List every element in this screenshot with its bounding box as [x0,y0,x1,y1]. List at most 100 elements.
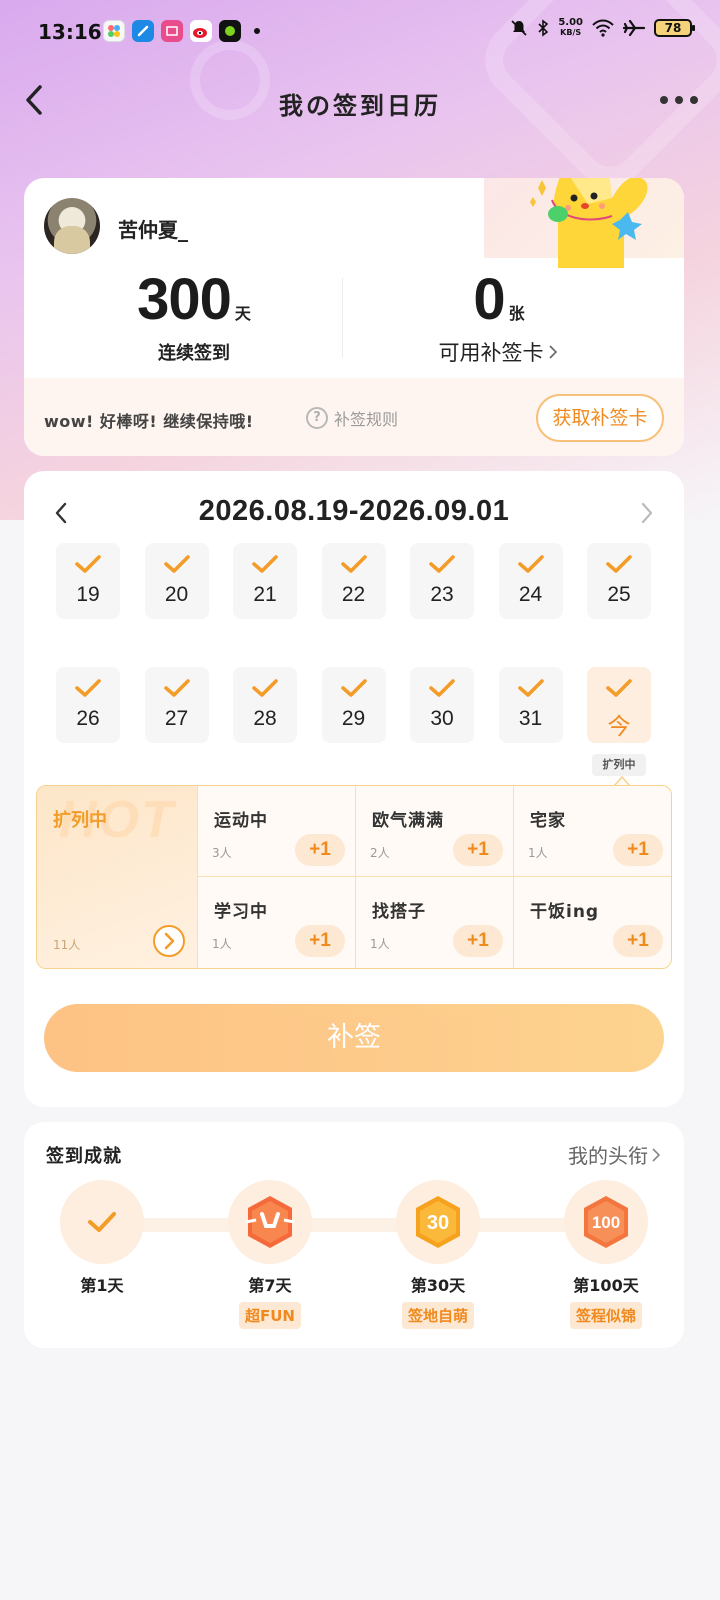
status-option[interactable]: 宅家 1人 +1 [513,786,671,877]
calendar-day[interactable]: 20 [144,543,209,619]
browser-app-icon [132,20,154,42]
milestone-day-7[interactable]: 第7天 超FUN [210,1180,330,1329]
status-option[interactable]: 找搭子 1人 +1 [355,877,513,968]
calendar-day[interactable]: 29 [321,667,386,743]
calendar-day[interactable]: 23 [410,543,474,619]
streak-label: 连续签到 [158,343,230,364]
profile-footer: wow! 好棒呀! 继续保持哦! ? 补签规则 获取补签卡 [24,378,684,456]
mascot-icon [530,178,648,268]
network-speed: 5.00 KB/S [558,18,583,38]
mute-icon [511,20,527,36]
calendar-day[interactable]: 31 [498,667,563,743]
calendar-day[interactable]: 22 [321,543,386,619]
join-status-button[interactable]: +1 [453,834,503,866]
avatar[interactable] [44,198,100,254]
makeup-cards-link[interactable]: 可用补签卡 [384,337,614,367]
milestone-day-30[interactable]: 30 第30天 签地自萌 [378,1180,498,1329]
username: 苦仲夏_ [118,218,188,242]
page-title: 我の签到日历 [279,92,441,120]
calendar-day-number: 26 [76,707,100,730]
weibo-app-icon [190,20,212,42]
calendar-day-number: 24 [518,583,543,606]
status-option[interactable]: 学习中 1人 +1 [197,877,355,968]
milestone-label: 第30天 [410,1276,466,1295]
news-app-icon [161,20,183,42]
check-icon [88,1212,116,1232]
check-icon [429,555,455,573]
check-icon [340,679,367,697]
calendar-day[interactable]: 30 [410,667,474,743]
status-option-name: 宅家 [530,811,566,831]
makeup-checkin-button[interactable]: 补签 [44,1004,664,1072]
hundred-days-badge-icon: 100 [584,1196,628,1248]
status-bar: 13:16 5.00 KB/S 78 [0,0,720,64]
check-icon [517,555,544,573]
thirty-days-badge-icon: 30 [416,1196,460,1248]
makeup-cards-value: 0 [473,267,505,332]
makeup-rules-link[interactable]: ? 补签规则 [306,406,398,430]
calendar-day-number: 28 [253,707,277,730]
green-app-icon [219,20,241,42]
status-grid: 运动中 3人 +1 欧气满满 2人 +1 宅家 1人 +1 学习中 1人 +1 找搭子 1人 +1 干饭ing… [197,786,671,968]
join-status-button[interactable]: +1 [613,834,663,866]
my-titles-label: 我的头衔 [568,1144,648,1168]
my-titles-link[interactable]: 我的头衔 [568,1140,662,1169]
chevron-right-icon [641,502,653,524]
network-speed-value: 5.00 [558,17,583,28]
milestone-day-100[interactable]: 100 第100天 签程似锦 [546,1180,666,1329]
status-option[interactable]: 干饭ing +1 [513,877,671,968]
makeup-cards-stat[interactable]: 0张 可用补签卡 [384,266,614,367]
calendar-day[interactable]: 19 [56,543,120,619]
page-header: 我の签到日历 [0,72,720,128]
svg-text:30: 30 [427,1212,449,1234]
calendar-day-number: 19 [76,583,100,606]
more-dot [675,96,683,104]
milestone-label: 第1天 [80,1276,124,1295]
help-icon: ? [306,407,328,429]
fun-badge-icon [245,1196,295,1248]
milestone-badge: 30 [396,1180,480,1264]
wifi-icon [592,19,614,37]
calendar-day[interactable]: 今 [587,667,651,743]
calendar-day-number: 20 [164,583,189,606]
check-icon [606,679,632,697]
check-icon [163,555,190,573]
calendar-day-number: 31 [518,707,543,730]
hot-status-title: 扩列中 [53,810,107,831]
status-hot-tile[interactable]: HOT 扩列中 11人 [37,786,197,968]
calendar-day-number: 22 [341,583,366,606]
calendar-day[interactable]: 21 [233,543,297,619]
calendar-day[interactable]: 27 [144,667,209,743]
status-option[interactable]: 运动中 3人 +1 [197,786,355,877]
milestone-badge [60,1180,144,1264]
join-status-button[interactable]: +1 [453,925,503,957]
milestone-day-1[interactable]: 第1天 [42,1180,162,1296]
join-status-button[interactable]: +1 [295,925,345,957]
calendar-day[interactable]: 24 [498,543,563,619]
achievement-progress-track [104,1218,604,1232]
join-status-button[interactable]: +1 [613,925,663,957]
milestone-label: 第100天 [573,1276,639,1295]
chevron-right-icon [548,345,557,359]
calendar-date-range: 2026.08.19-2026.09.01 [198,495,510,527]
achievements-card: 签到成就 我的头衔 第1天 第7天 超FUN 30 第30天 签地自萌 100 … [24,1122,684,1348]
achievements-title: 签到成就 [46,1146,122,1167]
calendar-day-number: 29 [341,707,366,730]
status-option-count: 3人 [212,846,232,860]
calendar-day-number: 23 [430,583,454,606]
streak-unit: 天 [234,304,251,323]
calendar-day[interactable]: 26 [56,667,120,743]
calendar-header: 2026.08.19-2026.09.01 [24,491,684,535]
next-period-button[interactable] [632,497,660,529]
status-option-count: 1人 [370,937,390,951]
calendar-day-number: 21 [253,583,277,606]
more-options-button[interactable] [660,86,698,114]
hot-status-expand-button[interactable] [153,925,185,957]
calendar-day[interactable]: 28 [233,667,297,743]
more-notifications-dot [254,28,260,34]
get-makeup-card-button[interactable]: 获取补签卡 [536,394,664,442]
check-icon [252,555,278,573]
status-option[interactable]: 欧气满满 2人 +1 [355,786,513,877]
calendar-day[interactable]: 25 [587,543,651,619]
join-status-button[interactable]: +1 [295,834,345,866]
